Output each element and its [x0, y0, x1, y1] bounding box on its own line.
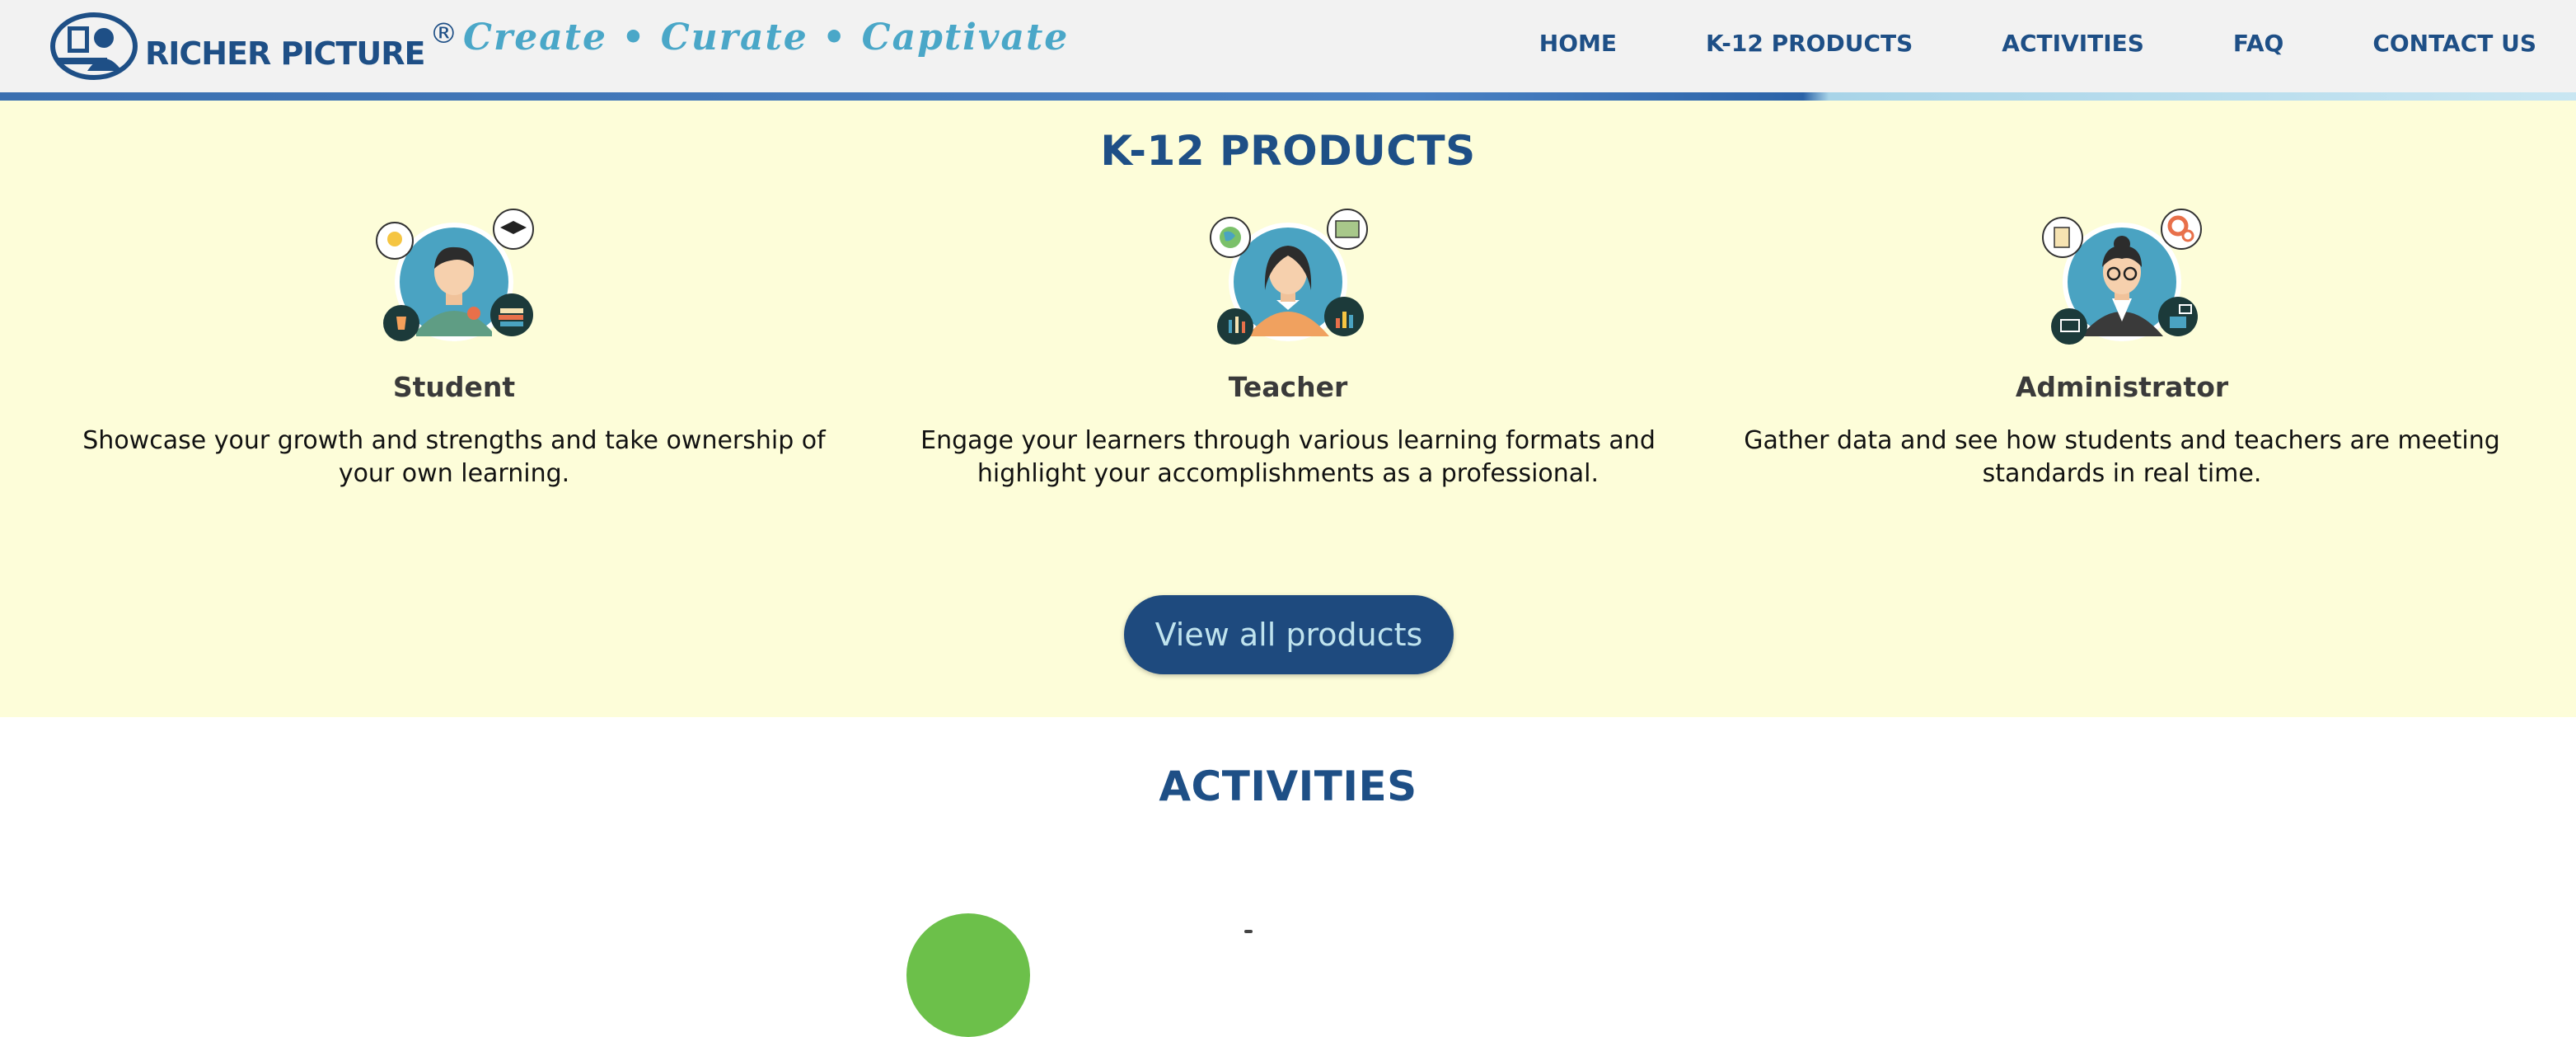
card-description: Showcase your growth and strengths and t…: [82, 426, 826, 488]
nav-contact-us[interactable]: CONTACT US: [2372, 30, 2536, 57]
card-description: Engage your learners through various lea…: [920, 426, 1656, 488]
product-card-student[interactable]: Student Showcase your growth and strengt…: [38, 208, 870, 490]
logo-icon: [50, 12, 138, 80]
student-avatar-icon: [376, 209, 534, 341]
site-header: RICHER PICTURE ® Create • Curate • Capti…: [0, 0, 2576, 92]
card-description: Gather data and see how students and tea…: [1744, 426, 2500, 488]
nav-faq[interactable]: FAQ: [2233, 30, 2283, 57]
product-card-teacher[interactable]: Teacher Engage your learners through var…: [872, 208, 1704, 490]
card-title: Student: [392, 371, 516, 403]
activity-label-fragment: [1244, 930, 1253, 933]
teacher-avatar-icon: [1210, 209, 1368, 345]
products-section: K-12 PRODUCTS Student Showcase your grow…: [0, 101, 2576, 717]
administrator-avatar-icon: [2042, 209, 2202, 345]
main-nav: HOME K-12 PRODUCTS ACTIVITIES FAQ CONTAC…: [1539, 0, 2536, 86]
nav-k12-products[interactable]: K-12 PRODUCTS: [1706, 30, 1913, 57]
nav-home[interactable]: HOME: [1539, 30, 1617, 57]
logo-text: RICHER PICTURE: [145, 35, 425, 72]
card-title: Administrator: [2015, 371, 2229, 403]
logo[interactable]: RICHER PICTURE ®: [49, 10, 457, 82]
view-all-products-button[interactable]: View all products: [1124, 595, 1454, 674]
tagline: Create • Curate • Captivate: [463, 16, 1070, 59]
card-title: Teacher: [1228, 371, 1348, 403]
nav-activities[interactable]: ACTIVITIES: [2002, 30, 2144, 57]
activity-icon: [906, 913, 1030, 1037]
product-card-administrator[interactable]: Administrator Gather data and see how st…: [1706, 208, 2538, 490]
header-divider: [0, 92, 2576, 101]
registered-mark: ®: [429, 17, 458, 50]
activities-title: ACTIVITIES: [1159, 762, 1417, 810]
products-title: K-12 PRODUCTS: [1100, 127, 1476, 175]
